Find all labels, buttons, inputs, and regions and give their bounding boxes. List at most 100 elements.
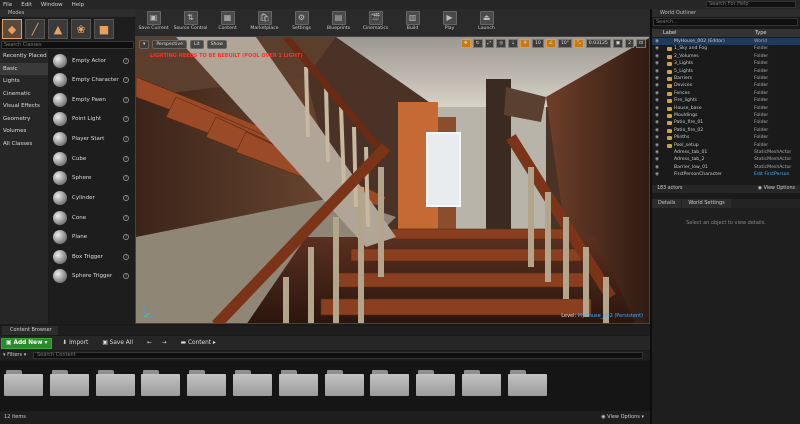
class-item[interactable]: Empty Pawn? (49, 90, 135, 109)
class-item[interactable]: Point Light? (49, 109, 135, 128)
class-item[interactable]: Player Start? (49, 129, 135, 148)
content-button[interactable]: ▦ Content (209, 9, 246, 36)
help-icon[interactable]: ? (123, 76, 129, 83)
outliner-row[interactable]: ◉ Pool_setup Folder (652, 142, 800, 149)
outliner-row[interactable]: ◉ 1_Sky and Fog Folder (652, 45, 800, 52)
surface-snap-icon[interactable]: ⇣ (508, 39, 519, 48)
rotate-tool-icon[interactable]: ↻ (472, 39, 483, 48)
lit-button[interactable]: Lit (189, 39, 204, 49)
menu-edit[interactable]: Edit (21, 2, 32, 8)
visibility-eye-icon[interactable]: ◉ (655, 82, 659, 89)
content-browser-tab[interactable]: Content Browser (2, 326, 58, 335)
search-help-input[interactable]: Search For Help (706, 1, 796, 8)
outliner-row[interactable]: ◉ Fire_lights Folder (652, 97, 800, 104)
path-breadcrumb[interactable]: ▬ Content ▸ (181, 340, 216, 346)
save-current-button[interactable]: ▣ Save Current (135, 9, 172, 36)
rotation-snap-value[interactable]: 10° (557, 39, 573, 48)
maximize-viewport-icon[interactable]: ⊡ (636, 39, 646, 48)
outliner-row[interactable]: ◉ Adress_tab_2 StaticMeshActor (652, 156, 800, 163)
content-view-options[interactable]: ◉ View Options ▾ (601, 414, 644, 420)
scale-tool-icon[interactable]: ⤢ (484, 39, 495, 48)
content-folder[interactable] (141, 370, 181, 396)
help-icon[interactable]: ? (123, 135, 129, 142)
camera-speed-value[interactable]: 2 (625, 39, 635, 48)
help-icon[interactable]: ? (123, 174, 129, 181)
visibility-eye-icon[interactable]: ◉ (655, 142, 659, 149)
visibility-eye-icon[interactable]: ◉ (655, 38, 659, 45)
viewport-options-button[interactable]: ▾ (139, 39, 150, 49)
world-local-icon[interactable]: ◎ (496, 39, 507, 48)
visibility-eye-icon[interactable]: ◉ (655, 90, 659, 97)
launch-button[interactable]: ⏏ Launch (468, 9, 505, 36)
tab-details[interactable]: Details (652, 199, 682, 208)
outliner-row[interactable]: ◉ 5_Lights Folder (652, 68, 800, 75)
geometry-mode-icon[interactable]: ■ (94, 19, 114, 39)
marketplace-button[interactable]: 🛍 Marketplace (246, 9, 283, 36)
visibility-eye-icon[interactable]: ◉ (655, 134, 659, 141)
visibility-eye-icon[interactable]: ◉ (655, 112, 659, 119)
class-item[interactable]: Empty Actor? (49, 51, 135, 70)
help-icon[interactable]: ? (123, 253, 129, 260)
content-folder[interactable] (187, 370, 227, 396)
import-button[interactable]: ⬇ Import (58, 338, 92, 349)
visibility-eye-icon[interactable]: ◉ (655, 164, 659, 171)
menu-help[interactable]: Help (72, 2, 85, 8)
help-icon[interactable]: ? (123, 194, 129, 201)
class-item[interactable]: Sphere Trigger? (49, 266, 135, 285)
outliner-row[interactable]: ◉ Plinths Folder (652, 134, 800, 141)
search-classes-input[interactable]: Search Classes (1, 41, 134, 49)
modes-tab[interactable]: Modes (0, 9, 135, 17)
help-icon[interactable]: ? (123, 214, 129, 221)
content-folder[interactable] (370, 370, 410, 396)
outliner-row[interactable]: ◉ Barriers Folder (652, 75, 800, 82)
outliner-row[interactable]: ◉ FirstPersonCharacter Edit FirstPerson (652, 171, 800, 178)
category-visual-effects[interactable]: Visual Effects (0, 100, 48, 113)
help-icon[interactable]: ? (123, 155, 129, 162)
class-item[interactable]: Box Trigger? (49, 247, 135, 266)
add-new-button[interactable]: ▣ Add New ▾ (1, 337, 53, 349)
settings-button[interactable]: ⚙ Settings (283, 9, 320, 36)
source-control-button[interactable]: ⇅ Source Control (172, 9, 209, 36)
paint-mode-icon[interactable]: ╱ (25, 19, 45, 39)
content-folder[interactable] (233, 370, 272, 396)
outliner-row[interactable]: ◉ Mouldings Folder (652, 112, 800, 119)
translate-tool-icon[interactable]: ✥ (460, 39, 471, 48)
filters-button[interactable]: ▾ Filters ▾ (3, 352, 26, 359)
category-basic[interactable]: Basic (0, 62, 48, 75)
help-icon[interactable]: ? (123, 96, 129, 103)
cinematics-button[interactable]: 🎬 Cinematics (357, 9, 394, 36)
foliage-mode-icon[interactable]: ❀ (71, 19, 91, 39)
content-folder[interactable] (95, 370, 135, 396)
visibility-eye-icon[interactable]: ◉ (655, 127, 659, 134)
menu-window[interactable]: Window (41, 2, 63, 8)
category-all-classes[interactable]: All Classes (0, 138, 48, 151)
visibility-eye-icon[interactable]: ◉ (655, 119, 659, 126)
content-folder[interactable] (4, 370, 43, 396)
class-item[interactable]: Cylinder? (49, 188, 135, 207)
visibility-eye-icon[interactable]: ◉ (655, 75, 659, 82)
content-folder[interactable] (462, 370, 501, 396)
perspective-button[interactable]: Perspective (152, 39, 187, 49)
grid-snap-icon[interactable]: # (520, 39, 530, 48)
forward-arrow-icon[interactable]: → (158, 338, 171, 349)
outliner-row[interactable]: ◉ 2_Volumes Folder (652, 53, 800, 60)
tab-world-settings[interactable]: World Settings (682, 199, 731, 208)
outliner-row[interactable]: ◉ Fences Folder (652, 90, 800, 97)
help-icon[interactable]: ? (123, 233, 129, 240)
class-item[interactable]: Empty Character? (49, 70, 135, 89)
category-lights[interactable]: Lights (0, 75, 48, 88)
class-item[interactable]: Cube? (49, 149, 135, 168)
scale-snap-value[interactable]: 0.03125 (585, 39, 611, 48)
help-icon[interactable]: ? (123, 272, 129, 279)
outliner-row[interactable]: ◉ Devices Folder (652, 82, 800, 89)
outliner-row[interactable]: ◉ Adress_tab_01 StaticMeshActor (652, 149, 800, 156)
landscape-mode-icon[interactable]: ▲ (48, 19, 68, 39)
outliner-row[interactable]: ◉ Patio_fire_01 Folder (652, 119, 800, 126)
visibility-eye-icon[interactable]: ◉ (655, 149, 659, 156)
category-geometry[interactable]: Geometry (0, 113, 48, 126)
visibility-eye-icon[interactable]: ◉ (655, 97, 659, 104)
grid-snap-value[interactable]: 10 (531, 39, 544, 48)
content-folder[interactable] (49, 370, 89, 396)
content-folder[interactable] (507, 370, 547, 396)
search-content-input[interactable]: Search Content (33, 352, 643, 359)
